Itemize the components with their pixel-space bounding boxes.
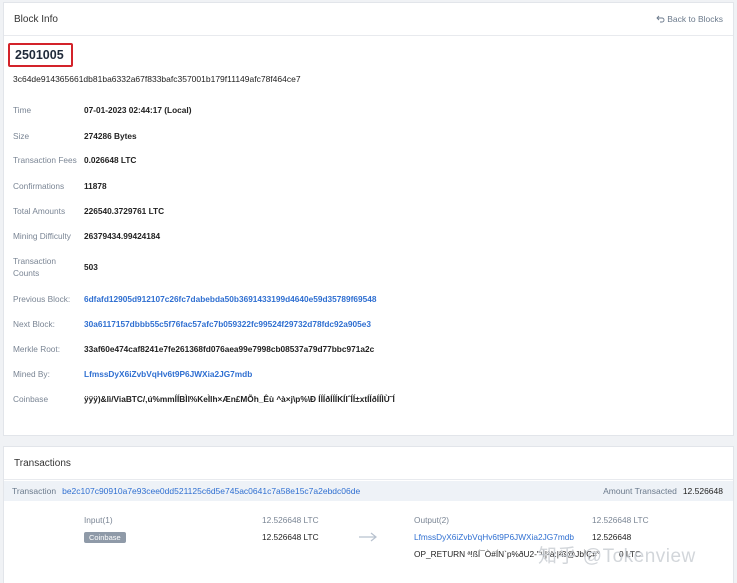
watermark: 知乎 @Tokenview: [538, 546, 696, 567]
coinbase-label: Coinbase: [13, 394, 49, 404]
block-hash: 3c64de914365661db81ba6332a67f833bafc3570…: [13, 74, 301, 84]
info-row-merkle: Merkle Root: 33af60e474caf8241e7fe261368…: [13, 343, 723, 355]
total-label: Total Amounts: [13, 206, 66, 216]
transactions-title: Transactions: [14, 457, 71, 469]
transaction-bar: Transaction be2c107c90910a7e93cee0dd5211…: [4, 481, 733, 501]
arrow-right-icon: [358, 532, 378, 542]
info-row-coinbase: Coinbase ÿÿÿ)&lì/ViaBTC/‚ú%mmÍÍBÌI%KeÌlh…: [13, 393, 723, 405]
transactions-header: Transactions: [4, 447, 733, 480]
merkle-label: Merkle Root:: [13, 344, 61, 354]
size-value: 274286 Bytes: [84, 131, 137, 141]
time-label: Time: [13, 105, 32, 115]
info-row-difficulty: Mining Difficulty 26379434.99424184: [13, 230, 723, 242]
block-info-header: Block Info Back to Blocks: [4, 3, 733, 36]
input-amount: 12.526648 LTC: [262, 532, 319, 542]
info-row-next-block: Next Block: 30a6117157dbbb55c5f76fac57af…: [13, 318, 723, 330]
amount-transacted-label: Amount Transacted: [603, 486, 677, 496]
block-height: 2501005: [15, 48, 64, 62]
mined-by-link[interactable]: LfmssDyX6iZvbVqHv6t9P6JWXia2JG7mdb: [84, 369, 252, 379]
info-row-prev-block: Previous Block: 6dfafd12905d912107c26fc7…: [13, 293, 723, 305]
back-to-blocks-link[interactable]: Back to Blocks: [656, 14, 723, 24]
tx-counts-label: Transaction Counts: [13, 256, 57, 278]
output-label: Output(2): [414, 515, 450, 525]
difficulty-label: Mining Difficulty: [13, 231, 71, 241]
prev-block-label: Previous Block:: [13, 294, 71, 304]
size-label: Size: [13, 131, 30, 141]
fees-value: 0.026648 LTC: [84, 155, 137, 165]
info-row-total: Total Amounts 226540.3729761 LTC: [13, 205, 723, 217]
info-row-fees: Transaction Fees 0.026648 LTC: [13, 154, 723, 166]
fees-label: Transaction Fees: [13, 155, 77, 165]
time-value: 07-01-2023 02:44:17 (Local): [84, 105, 192, 115]
back-arrow-icon: [656, 15, 665, 23]
info-row-mined-by: Mined By: LfmssDyX6iZvbVqHv6t9P6JWXia2JG…: [13, 368, 723, 380]
output-amount-head: 12.526648 LTC: [592, 515, 649, 525]
mined-by-label: Mined By:: [13, 369, 50, 379]
next-block-link[interactable]: 30a6117157dbbb55c5f76fac57afc7b059322fc9…: [84, 319, 371, 329]
info-row-time: Time 07-01-2023 02:44:17 (Local): [13, 104, 723, 116]
confirmations-label: Confirmations: [13, 181, 65, 191]
merkle-value: 33af60e474caf8241e7fe261368fd076aea99e79…: [84, 344, 375, 354]
info-row-size: Size 274286 Bytes: [13, 130, 723, 142]
next-block-label: Next Block:: [13, 319, 55, 329]
block-height-highlight: 2501005: [8, 43, 73, 67]
back-to-blocks-label: Back to Blocks: [667, 14, 723, 24]
info-row-tx-counts: Transaction Counts 503: [13, 255, 723, 279]
tx-counts-value: 503: [84, 262, 98, 272]
block-info-card: Block Info Back to Blocks 2501005 3c64de…: [3, 2, 734, 436]
input-label: Input(1): [84, 515, 113, 525]
transaction-hash-link[interactable]: be2c107c90910a7e93cee0dd521125c6d5e745ac…: [62, 486, 360, 496]
input-amount-head: 12.526648 LTC: [262, 515, 319, 525]
coinbase-value: ÿÿÿ)&lì/ViaBTC/‚ú%mmÍÍBÌI%KeÌlh×Æn£MÕh_Ê…: [84, 394, 395, 404]
prev-block-link[interactable]: 6dfafd12905d912107c26fc7dabebda50b369143…: [84, 294, 376, 304]
total-value: 226540.3729761 LTC: [84, 206, 165, 216]
transaction-label: Transaction: [12, 486, 57, 496]
confirmations-value: 11878: [84, 181, 107, 191]
coinbase-badge: Coinbase: [84, 532, 126, 543]
info-row-confirmations: Confirmations 11878: [13, 180, 723, 192]
amount-transacted-value: 12.526648: [682, 486, 723, 496]
block-info-title: Block Info: [14, 13, 58, 25]
difficulty-value: 26379434.99424184: [84, 231, 161, 241]
